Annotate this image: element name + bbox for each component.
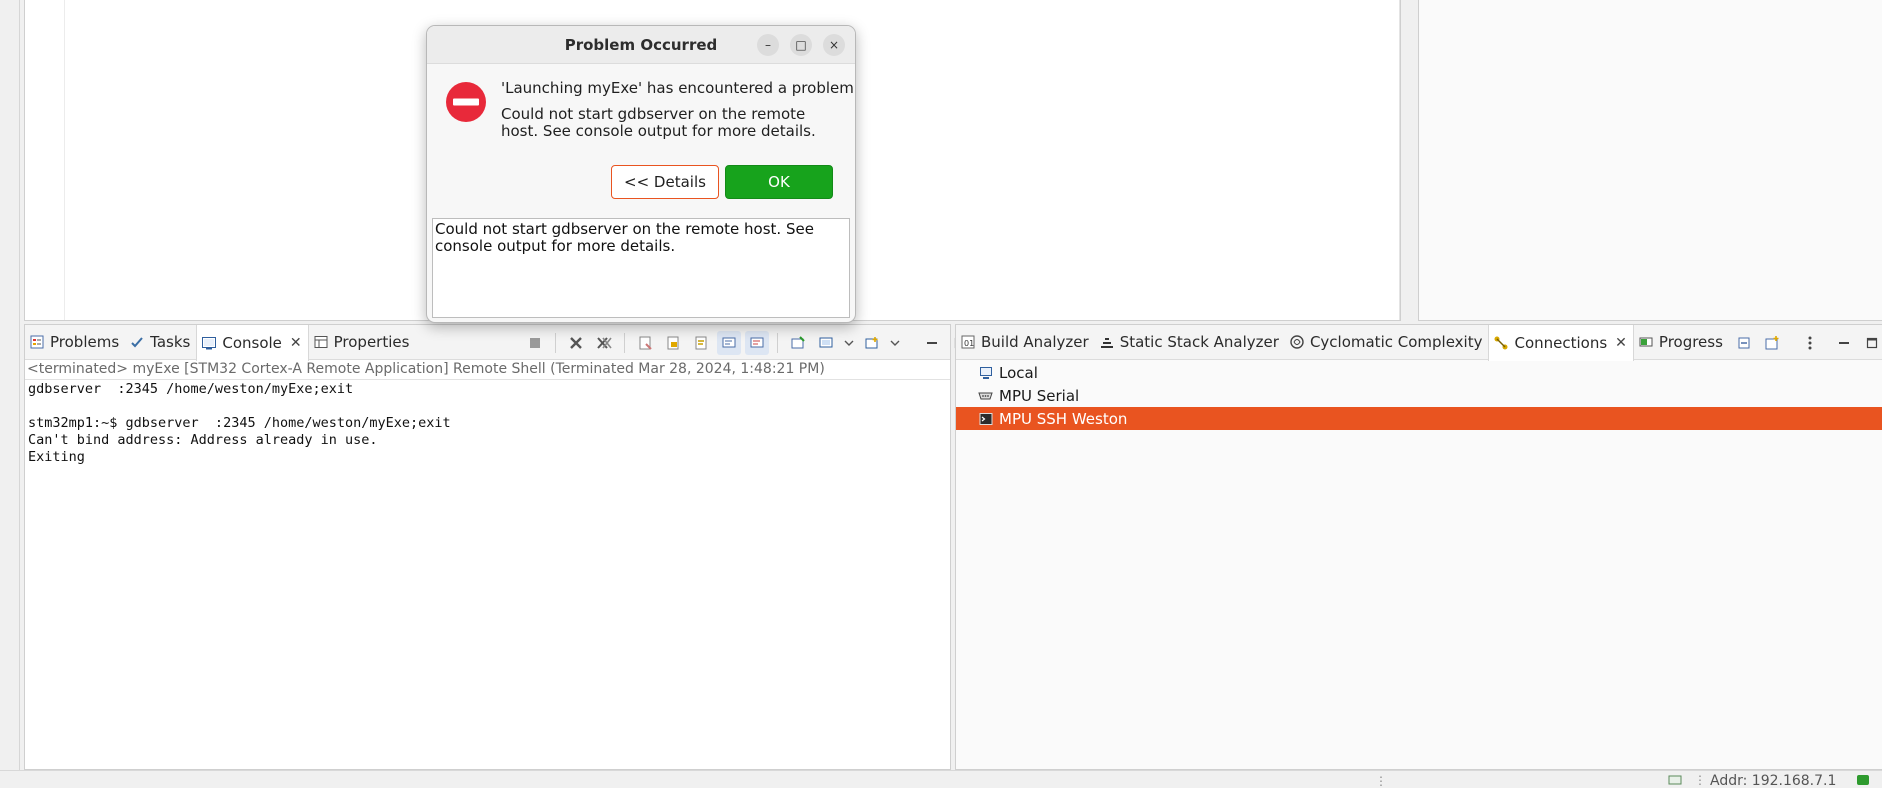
connections-toolbar: [1732, 325, 1882, 360]
terminate-icon[interactable]: [523, 331, 547, 355]
editor-print-margin: [1399, 0, 1400, 320]
tab-label: Build Analyzer: [981, 333, 1089, 351]
ssh-terminal-icon: [978, 412, 993, 426]
connections-view: 01 Build Analyzer Static Stack Analyzer …: [955, 324, 1882, 770]
ok-button[interactable]: OK: [725, 165, 833, 199]
display-console-icon[interactable]: [814, 331, 838, 355]
maximize-button[interactable]: □: [790, 34, 812, 56]
details-button[interactable]: << Details: [611, 165, 719, 199]
error-icon: [445, 81, 487, 123]
tab-static-stack-analyzer[interactable]: Static Stack Analyzer: [1095, 325, 1285, 360]
problems-icon: [29, 334, 45, 350]
divider: [25, 379, 950, 380]
list-item[interactable]: Local: [956, 361, 1882, 384]
toolbar-separator: [624, 332, 625, 353]
console-status-line: <terminated> myExe [STM32 Cortex-A Remot…: [27, 361, 825, 377]
connection-label: MPU SSH Weston: [999, 409, 1128, 428]
tab-cyclomatic-complexity[interactable]: Cyclomatic Complexity: [1285, 325, 1489, 360]
serial-port-icon: [978, 389, 993, 403]
tab-build-analyzer[interactable]: 01 Build Analyzer: [956, 325, 1095, 360]
remove-all-terminated-icon[interactable]: [592, 331, 616, 355]
network-icon: [1668, 774, 1682, 788]
maximize-icon: □: [795, 38, 807, 52]
close-icon[interactable]: ✕: [1615, 335, 1627, 351]
chevron-down-icon[interactable]: [842, 331, 856, 355]
outline-view: [1418, 0, 1882, 321]
editor-gutter: [25, 0, 65, 320]
scroll-lock-icon[interactable]: [661, 331, 685, 355]
console-output[interactable]: gdbserver :2345 /home/weston/myExe;exit …: [28, 381, 451, 466]
tab-console[interactable]: Console ✕: [196, 324, 309, 361]
tab-label: Progress: [1658, 333, 1723, 351]
collapse-all-icon[interactable]: [1732, 331, 1756, 355]
connections-list: Local MPU Serial MPU SSH Weston: [956, 361, 1882, 430]
build-analyzer-icon: 01: [960, 334, 976, 350]
svg-text:01: 01: [964, 339, 974, 348]
connections-tabbar: 01 Build Analyzer Static Stack Analyzer …: [956, 324, 1882, 361]
dialog-message: Could not start gdbserver on the remote …: [501, 105, 816, 140]
show-on-stderr-icon[interactable]: [745, 330, 769, 355]
open-console-icon[interactable]: [860, 331, 884, 355]
tab-label: Console: [222, 333, 282, 352]
tab-label: Properties: [333, 333, 410, 351]
tab-label: Connections: [1514, 333, 1608, 352]
dialog-titlebar[interactable]: Problem Occurred – □ ×: [427, 26, 855, 64]
minimize-view-icon[interactable]: [920, 331, 944, 355]
view-menu-icon[interactable]: [1798, 331, 1822, 355]
new-connection-icon[interactable]: [1760, 331, 1784, 355]
problem-dialog: Problem Occurred – □ × 'Launching myExe'…: [426, 25, 856, 323]
complexity-icon: [1289, 334, 1305, 350]
status-separator: ⋮: [1694, 773, 1706, 787]
connection-status-icon: [1856, 774, 1870, 788]
remove-launch-icon[interactable]: [564, 331, 588, 355]
tab-label: Problems: [50, 333, 120, 351]
toolbar-separator: [777, 332, 778, 353]
tab-label: Static Stack Analyzer: [1119, 333, 1279, 351]
tab-tasks[interactable]: Tasks: [125, 325, 196, 360]
word-wrap-icon[interactable]: [689, 331, 713, 355]
tab-progress[interactable]: Progress: [1634, 325, 1729, 360]
progress-icon: [1638, 334, 1654, 350]
status-separator: ⋮: [1375, 774, 1387, 788]
chevron-down-icon[interactable]: [888, 331, 902, 355]
maximize-view-icon[interactable]: [1860, 331, 1882, 355]
pin-console-icon[interactable]: [786, 331, 810, 355]
close-button[interactable]: ×: [823, 34, 845, 56]
console-toolbar: [523, 325, 972, 360]
toolbar-separator: [555, 332, 556, 353]
dialog-heading: 'Launching myExe' has encountered a prob…: [501, 79, 856, 97]
tab-connections[interactable]: Connections ✕: [1488, 324, 1634, 361]
tab-problems[interactable]: Problems: [25, 325, 125, 360]
connection-label: MPU Serial: [999, 386, 1080, 405]
stack-analyzer-icon: [1099, 334, 1115, 350]
left-trim-bar: [0, 0, 20, 770]
status-address: Addr: 192.168.7.1: [1710, 773, 1837, 788]
minimize-view-icon[interactable]: [1832, 331, 1856, 355]
clear-console-icon[interactable]: [633, 331, 657, 355]
minimize-button[interactable]: –: [757, 34, 779, 56]
show-on-stdout-icon[interactable]: [717, 330, 741, 355]
close-icon[interactable]: ✕: [290, 335, 302, 351]
console-view: Problems Tasks Console ✕ Properties <ter…: [24, 324, 966, 770]
list-item[interactable]: MPU Serial: [956, 384, 1882, 407]
status-bar: ⋮ ⋮ Addr: 192.168.7.1: [0, 770, 1882, 788]
connection-label: Local: [999, 363, 1038, 382]
console-tabbar: Problems Tasks Console ✕ Properties: [25, 324, 966, 361]
local-computer-icon: [978, 366, 993, 380]
details-text-area[interactable]: Could not start gdbserver on the remote …: [432, 218, 850, 318]
connections-icon: [1493, 335, 1509, 351]
tab-properties[interactable]: Properties: [309, 325, 416, 360]
close-icon: ×: [828, 38, 840, 52]
properties-icon: [313, 334, 329, 350]
tab-label: Tasks: [150, 333, 191, 351]
minimize-icon: –: [765, 38, 771, 52]
tab-label: Cyclomatic Complexity: [1309, 333, 1483, 351]
tasks-icon: [129, 334, 145, 350]
list-item[interactable]: MPU SSH Weston: [956, 407, 1882, 430]
console-icon: [201, 335, 217, 351]
